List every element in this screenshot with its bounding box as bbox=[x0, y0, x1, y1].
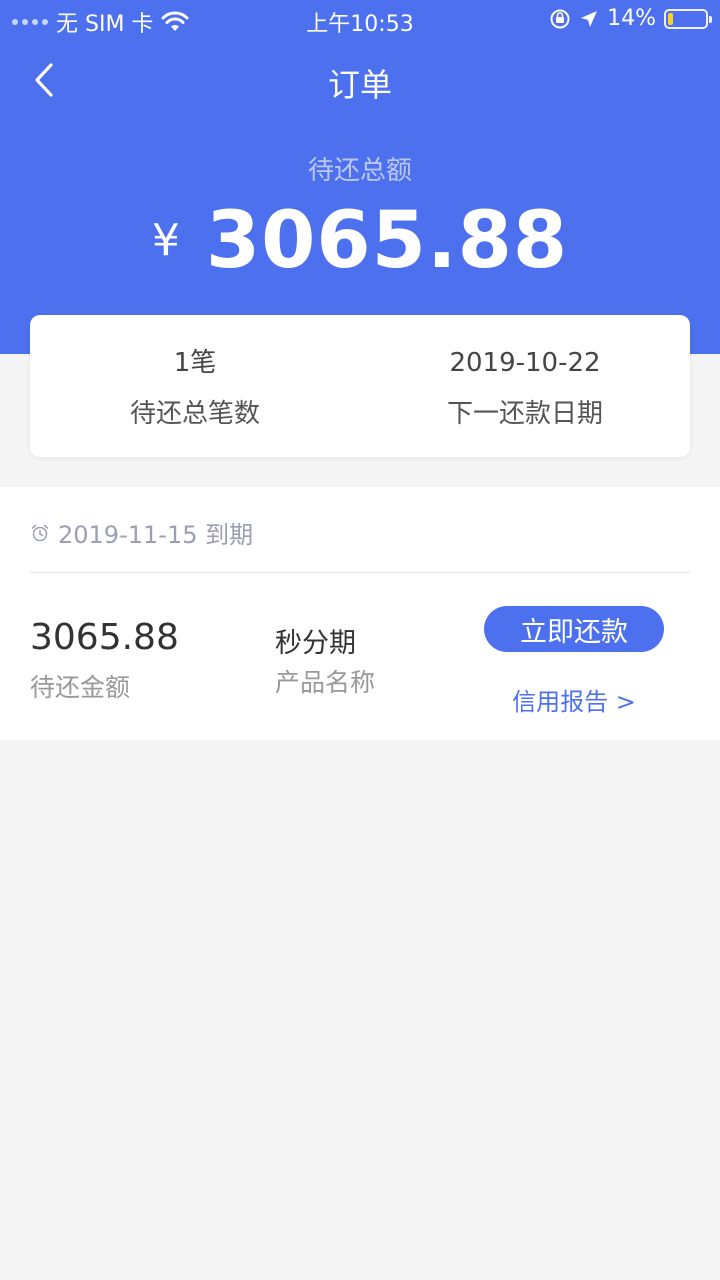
orientation-lock-icon bbox=[550, 9, 570, 28]
battery-level bbox=[668, 12, 674, 25]
total-label: 待还总额 bbox=[307, 156, 412, 186]
repay-now-button[interactable]: 立即还款 bbox=[484, 606, 664, 652]
product-name-label: 产品名称 bbox=[275, 668, 376, 697]
due-date-text: 2019-11-15 到期 bbox=[58, 521, 254, 549]
page-title: 订单 bbox=[327, 66, 392, 104]
pending-count-block: 1笔 待还总笔数 bbox=[30, 345, 360, 430]
next-due-block: 2019-10-22 下一还款日期 bbox=[360, 345, 690, 430]
next-due-value: 2019-10-22 bbox=[449, 348, 601, 378]
battery-percent: 14% bbox=[607, 6, 656, 31]
order-amount-label: 待还金额 bbox=[30, 673, 131, 702]
total-amount: ¥3065.88 bbox=[0, 196, 720, 286]
total-amount-value: 3065.88 bbox=[205, 196, 569, 286]
summary-card: 1笔 待还总笔数 2019-10-22 下一还款日期 bbox=[30, 315, 690, 457]
order-card: 2019-11-15 到期 3065.88 待还金额 秒分期 产品名称 立即还款… bbox=[0, 487, 720, 740]
alarm-clock-icon bbox=[31, 524, 49, 541]
next-due-label: 下一还款日期 bbox=[446, 399, 603, 429]
currency-symbol: ¥ bbox=[151, 215, 180, 266]
credit-report-link[interactable]: 信用报告 > bbox=[484, 682, 664, 717]
order-amount-value: 3065.88 bbox=[30, 617, 179, 658]
pending-count-label: 待还总笔数 bbox=[129, 399, 260, 429]
status-right: 14% bbox=[549, 6, 712, 31]
product-name-value: 秒分期 bbox=[275, 628, 356, 659]
pending-count-value: 1笔 bbox=[173, 348, 217, 378]
orders-page: 无 SIM 卡 上午10:53 14% 订单 待还总额 ¥ 3065.88 1笔… bbox=[0, 0, 720, 1280]
due-date-row: 2019-11-15 到期 bbox=[30, 515, 253, 550]
divider bbox=[30, 572, 690, 573]
battery-icon bbox=[664, 8, 712, 29]
status-bar: 无 SIM 卡 上午10:53 14% bbox=[0, 0, 720, 40]
location-icon bbox=[581, 10, 598, 27]
